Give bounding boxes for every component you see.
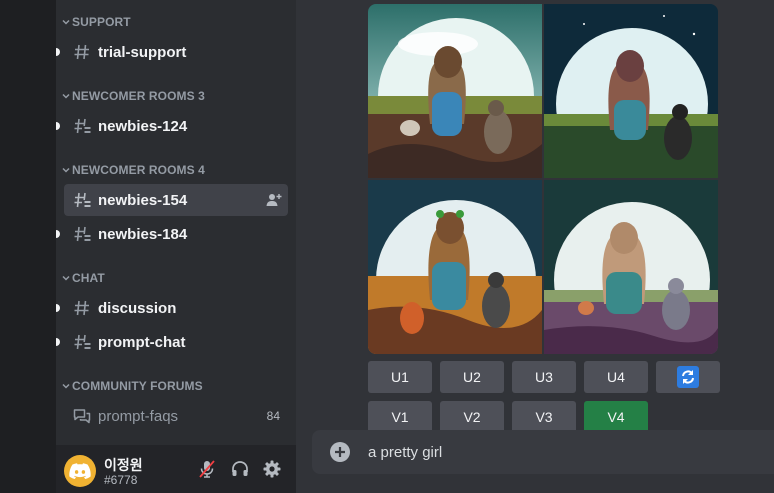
category-label: COMMUNITY FORUMS [72, 379, 203, 393]
threaded-hash-icon [74, 226, 91, 242]
settings-button[interactable] [261, 458, 283, 480]
add-attachment-icon[interactable] [328, 440, 352, 464]
user-tag: #6778 [104, 473, 138, 487]
threaded-hash-icon [74, 334, 91, 350]
category-label: NEWCOMER ROOMS 4 [72, 163, 205, 177]
channel-newbies-184[interactable]: newbies-184 [64, 218, 288, 250]
category-newcomer-rooms-3[interactable]: NEWCOMER ROOMS 3 [60, 88, 205, 104]
chevron-down-icon [62, 275, 70, 281]
channel-prompt-faqs[interactable]: prompt-faqs 84 [64, 400, 288, 432]
microphone-muted-icon [199, 460, 215, 478]
channel-label: newbies-154 [98, 191, 188, 209]
generated-image-2[interactable] [544, 4, 718, 178]
category-support[interactable]: SUPPORT [60, 14, 131, 30]
category-label: SUPPORT [72, 15, 131, 29]
upscale-button-u4[interactable]: U4 [584, 361, 648, 393]
variation-button-v4[interactable]: V4 [584, 401, 648, 433]
channel-prompt-chat[interactable]: prompt-chat [64, 326, 288, 358]
category-community-forums[interactable]: COMMUNITY FORUMS [60, 378, 203, 394]
hash-icon [74, 44, 89, 60]
channel-newbies-124[interactable]: newbies-124 [64, 110, 288, 142]
unread-indicator [56, 338, 60, 346]
channel-label: prompt-faqs [98, 407, 179, 425]
discord-logo-icon [69, 463, 91, 479]
deafen-button[interactable] [229, 458, 251, 480]
category-label: NEWCOMER ROOMS 3 [72, 89, 205, 103]
channel-discussion[interactable]: discussion [64, 292, 288, 324]
add-user-icon[interactable] [266, 192, 282, 208]
post-count: 84 [266, 409, 280, 423]
upscale-button-u1[interactable]: U1 [368, 361, 432, 393]
chevron-down-icon [62, 93, 70, 99]
generated-image-3[interactable] [368, 180, 542, 354]
refresh-icon [677, 366, 699, 388]
variation-button-v1[interactable]: V1 [368, 401, 432, 433]
channel-label: newbies-124 [98, 117, 188, 135]
unread-indicator [56, 122, 60, 130]
user-panel: 이정원 #6778 [56, 445, 296, 493]
headphones-icon [232, 461, 248, 476]
unread-indicator [56, 48, 60, 56]
channel-label: newbies-184 [98, 225, 188, 243]
forum-icon [73, 409, 91, 424]
reroll-button[interactable] [656, 361, 720, 393]
hash-icon [74, 300, 89, 316]
username: 이정원 [104, 457, 143, 473]
category-label: CHAT [72, 271, 105, 285]
chevron-down-icon [62, 19, 70, 25]
mute-button[interactable] [196, 458, 218, 480]
chevron-down-icon [62, 383, 70, 389]
channel-label: prompt-chat [98, 333, 186, 351]
upscale-button-u3[interactable]: U3 [512, 361, 576, 393]
generated-image-4[interactable] [544, 180, 718, 354]
gear-icon [263, 460, 281, 478]
channel-newbies-154[interactable]: newbies-154 [64, 184, 288, 216]
threaded-hash-icon [74, 118, 91, 134]
upscale-button-u2[interactable]: U2 [440, 361, 504, 393]
variation-button-v2[interactable]: V2 [440, 401, 504, 433]
unread-indicator [56, 230, 60, 238]
server-rail [0, 0, 56, 493]
channel-label: trial-support [98, 43, 187, 61]
channel-label: discussion [98, 299, 177, 317]
channel-sidebar: SUPPORT trial-support NEWCOMER ROOMS 3 n… [56, 0, 296, 493]
channel-trial-support[interactable]: trial-support [64, 36, 288, 68]
category-chat[interactable]: CHAT [60, 270, 105, 286]
unread-indicator [56, 304, 60, 312]
message-composer: a pretty girl [312, 430, 774, 474]
image-grid[interactable] [368, 4, 718, 354]
threaded-hash-icon [74, 192, 91, 208]
chevron-down-icon [62, 167, 70, 173]
message-input[interactable]: a pretty girl [368, 444, 774, 461]
avatar[interactable] [64, 455, 96, 487]
category-newcomer-rooms-4[interactable]: NEWCOMER ROOMS 4 [60, 162, 205, 178]
variation-button-v3[interactable]: V3 [512, 401, 576, 433]
generated-image-1[interactable] [368, 4, 542, 178]
